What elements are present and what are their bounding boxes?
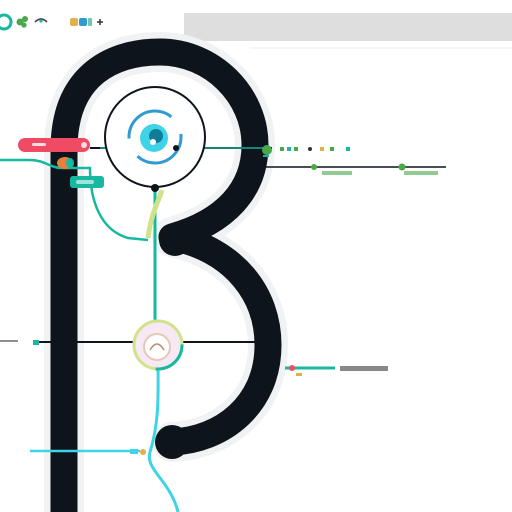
badge-icon — [70, 18, 92, 26]
tick-group-lower — [285, 365, 388, 376]
tick-group-mid-1 — [311, 164, 352, 175]
bird-icon — [34, 18, 48, 23]
mid-ring-node — [132, 319, 184, 371]
green-end-marker — [262, 145, 272, 155]
rose-icon — [143, 333, 171, 361]
b-terminal-lower — [155, 425, 189, 459]
orange-leaf-marker — [57, 157, 74, 169]
leaf-icon — [16, 16, 28, 28]
teal-label-pill — [70, 176, 104, 188]
node-dot-upper — [173, 145, 179, 151]
node-dot-top — [151, 184, 159, 192]
top-left-icon-row — [0, 13, 103, 31]
plus-icon — [97, 19, 103, 25]
tick-group-upper — [280, 147, 350, 151]
red-label-pill — [18, 138, 90, 152]
dot-icon — [140, 449, 146, 455]
top-ring-node — [104, 86, 206, 188]
mark-bottom — [130, 449, 138, 454]
mark-mid-left — [33, 340, 39, 345]
line-art-scene — [0, 13, 512, 512]
tick-group-mid-2 — [398, 163, 438, 175]
circle-icon — [0, 13, 13, 31]
illustration-canvas — [0, 0, 512, 512]
b-terminal-upper — [159, 224, 191, 256]
